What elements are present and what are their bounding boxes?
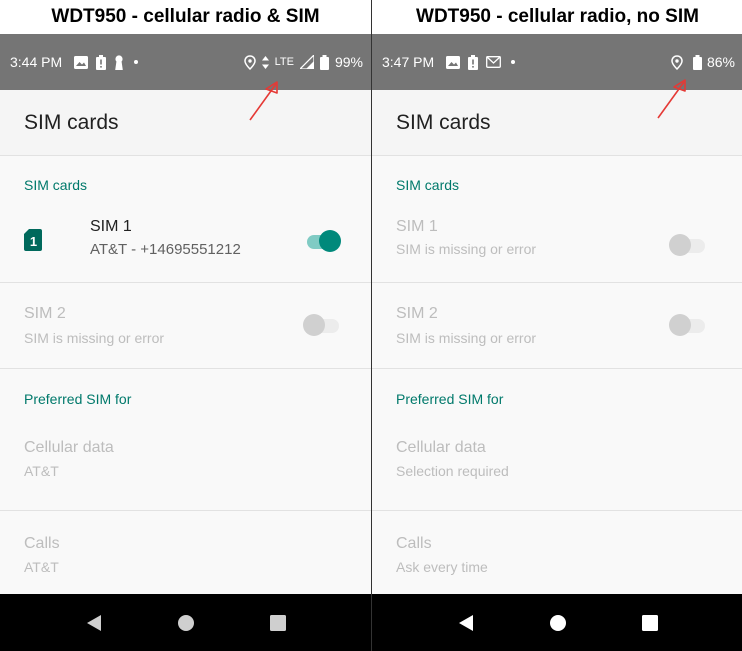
sim1-toggle[interactable]: [303, 229, 341, 253]
screenshot-panel-right: WDT950 - cellular radio, no SIM 3:47 PM: [372, 0, 742, 651]
battery-icon: [319, 54, 329, 70]
section-header-preferred: Preferred SIM for: [396, 391, 504, 407]
screenshot-panel-left: WDT950 - cellular radio & SIM 3:44 PM LT…: [0, 0, 371, 651]
signal-icon: [299, 55, 314, 69]
navigation-bar: [372, 594, 742, 651]
sim2-name: SIM 2: [24, 305, 66, 322]
home-icon[interactable]: [171, 608, 201, 638]
gmail-icon: [486, 56, 502, 68]
annotation-arrow: [657, 79, 686, 119]
status-bar: 3:44 PM LTE 99%: [0, 34, 371, 90]
cellular-data-label: Cellular data: [24, 439, 114, 456]
sim1-name: SIM 1: [90, 218, 132, 235]
navigation-bar: [0, 594, 371, 651]
data-arrows-icon: [261, 55, 269, 69]
sim2-name: SIM 2: [396, 305, 438, 322]
sim2-row: SIM 2 SIM is missing or error: [0, 283, 371, 369]
image-icon: [74, 55, 89, 69]
calls-value: AT&T: [24, 559, 59, 575]
image-icon: [446, 55, 461, 69]
battery-percent: 99%: [334, 54, 363, 70]
back-icon[interactable]: [79, 608, 109, 638]
cellular-data-value: Selection required: [396, 463, 509, 479]
cellular-data-label: Cellular data: [396, 439, 486, 456]
page-title: SIM cards: [396, 110, 491, 134]
sim1-detail: SIM is missing or error: [396, 241, 537, 257]
battery-percent: 86%: [706, 54, 735, 70]
calls-label: Calls: [24, 535, 60, 552]
sim1-row: SIM 1 SIM is missing or error: [372, 213, 742, 283]
sim2-detail: SIM is missing or error: [24, 330, 165, 346]
sim-card-number: 1: [30, 234, 37, 249]
network-type: LTE: [274, 56, 294, 68]
calls-row: Calls AT&T: [0, 511, 371, 597]
page-title: SIM cards: [24, 110, 119, 134]
location-icon: [671, 54, 683, 70]
back-icon[interactable]: [451, 608, 481, 638]
settings-list: SIM cards SIM 1 SIM is missing or error …: [372, 157, 742, 597]
recents-icon[interactable]: [263, 608, 293, 638]
calls-label: Calls: [396, 535, 432, 552]
sim1-detail: AT&T - +14695551212: [90, 241, 241, 258]
battery-alert-icon: [468, 54, 479, 70]
annotation-arrow: [249, 81, 278, 121]
sim1-row[interactable]: 1 SIM 1 AT&T - +14695551212: [0, 213, 371, 283]
keyhole-icon: [114, 54, 124, 70]
sim1-toggle[interactable]: [669, 233, 707, 257]
home-icon[interactable]: [543, 608, 573, 638]
sim1-name: SIM 1: [396, 218, 438, 235]
settings-list: SIM cards 1 SIM 1 AT&T - +14695551212 SI…: [0, 157, 371, 597]
sim2-toggle[interactable]: [669, 313, 707, 337]
sim-card-icon: 1: [24, 229, 42, 256]
app-bar: SIM cards: [0, 90, 371, 156]
status-time: 3:47 PM: [382, 54, 435, 70]
panel-caption: WDT950 - cellular radio & SIM: [0, 0, 371, 34]
dot-icon: [132, 58, 140, 66]
sim2-detail: SIM is missing or error: [396, 330, 537, 346]
cellular-data-value: AT&T: [24, 463, 59, 479]
location-icon: [243, 54, 256, 70]
sim2-toggle[interactable]: [303, 313, 341, 337]
battery-alert-icon: [96, 54, 107, 70]
section-header-sim-cards: SIM cards: [24, 177, 88, 193]
sim2-row: SIM 2 SIM is missing or error: [372, 283, 742, 369]
cellular-data-row: Cellular data AT&T: [0, 429, 371, 511]
dot-icon: [509, 58, 517, 66]
section-header-sim-cards: SIM cards: [396, 177, 460, 193]
cellular-data-row: Cellular data Selection required: [372, 429, 742, 511]
panel-caption: WDT950 - cellular radio, no SIM: [372, 0, 742, 34]
calls-value: Ask every time: [396, 559, 488, 575]
battery-icon: [692, 54, 702, 70]
section-header-preferred: Preferred SIM for: [24, 391, 132, 407]
calls-row: Calls Ask every time: [372, 511, 742, 597]
recents-icon[interactable]: [635, 608, 665, 638]
status-time: 3:44 PM: [10, 54, 63, 70]
